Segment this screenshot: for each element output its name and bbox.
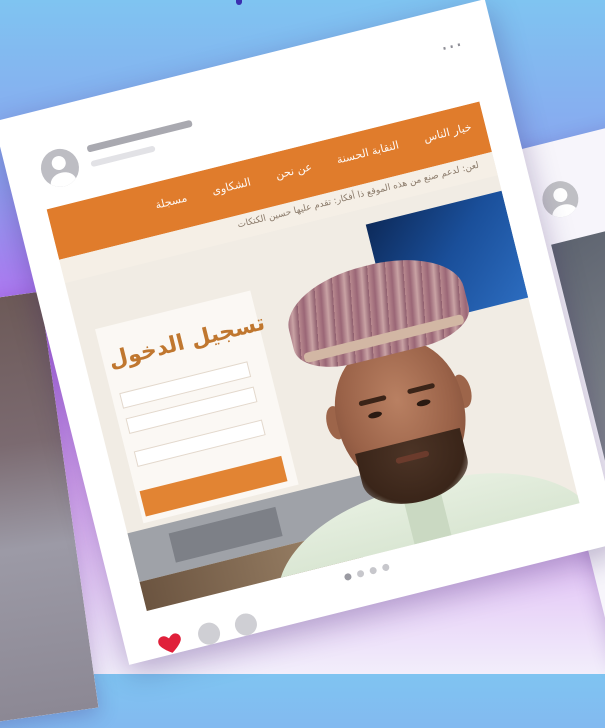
top-decoration [236, 0, 242, 5]
post-photo[interactable]: خيار الناس النقابة الحسنة عن نحن الشكاوى… [46, 101, 580, 612]
comment-button[interactable] [195, 620, 223, 647]
carousel-pager [343, 563, 391, 582]
post-card: ··· خيار الناس النقابة الحسنة عن نحن الش… [0, 0, 605, 665]
user-avatar-icon[interactable] [36, 144, 83, 191]
pager-dot[interactable] [381, 563, 391, 572]
username-placeholder [86, 119, 193, 153]
pager-dot[interactable] [343, 572, 353, 582]
website-nav-item: خيار الناس [422, 120, 473, 145]
heart-icon[interactable] [154, 628, 186, 660]
more-dots-icon[interactable]: ··· [439, 32, 466, 61]
pager-dot[interactable] [368, 566, 378, 575]
side-avatar-icon [538, 177, 583, 221]
share-button[interactable] [232, 611, 260, 638]
post-actions [154, 609, 260, 660]
website-nav-item: النقابة الحسنة [335, 138, 401, 167]
website-nav-item: عن نحن [274, 160, 314, 182]
pager-dot[interactable] [356, 569, 365, 578]
website-nav-item: الشكاوى [210, 175, 253, 198]
website-nav-item: مسجلة [153, 191, 189, 212]
